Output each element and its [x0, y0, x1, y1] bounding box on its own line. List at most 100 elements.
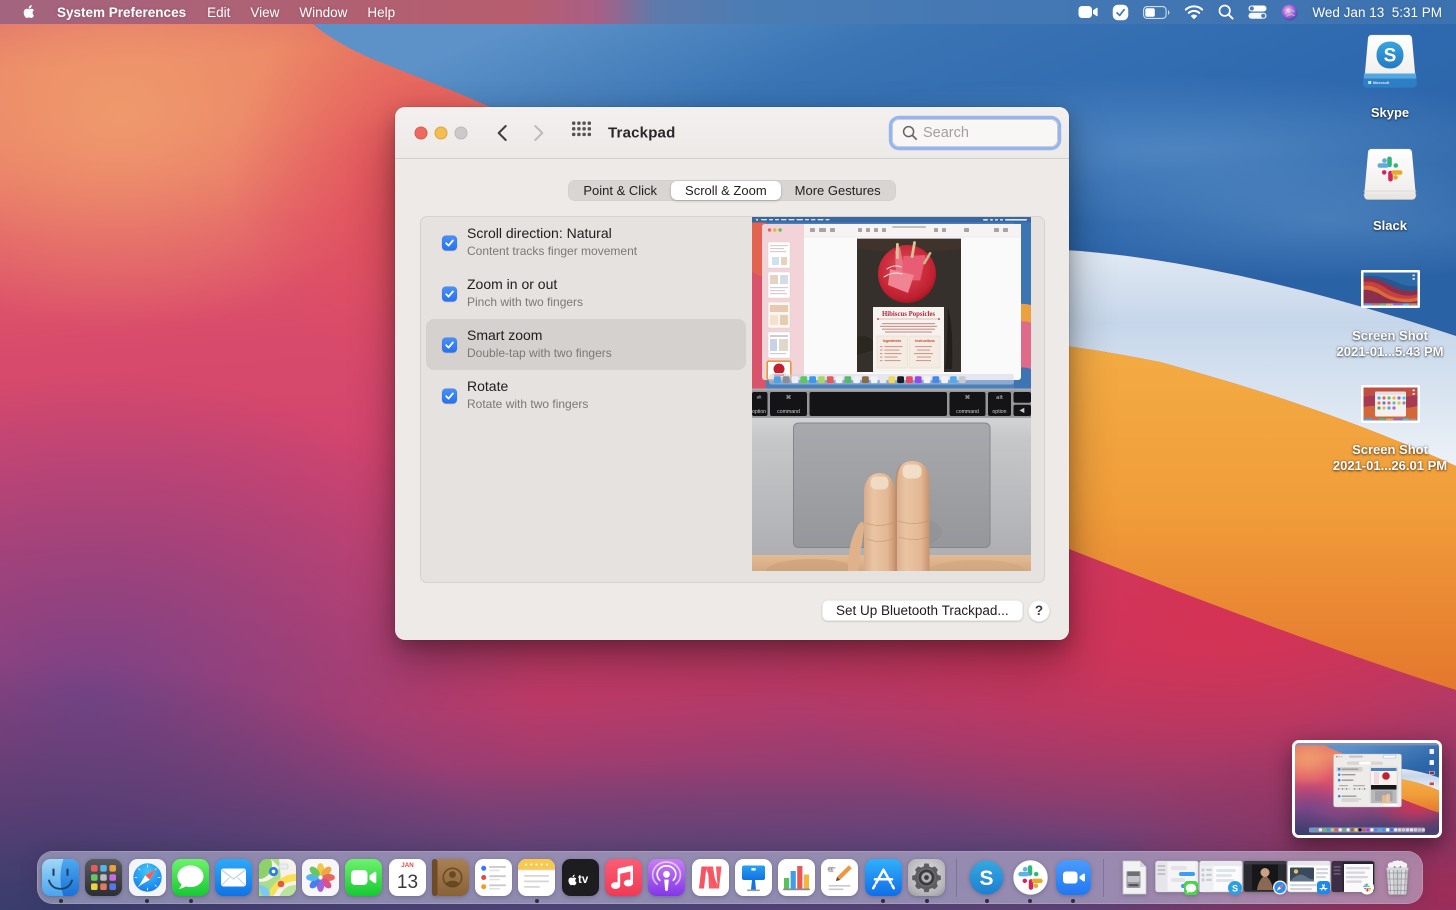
- menu-item-view[interactable]: View: [240, 5, 289, 20]
- setup-bluetooth-trackpad-button[interactable]: Set Up Bluetooth Trackpad...: [822, 600, 1023, 621]
- dock-icon-mail[interactable]: [212, 851, 255, 904]
- macos-desktop: S: [0, 0, 1456, 910]
- dock-icon-numbers[interactable]: [775, 851, 818, 904]
- dock-icon-win-browser[interactable]: [1287, 851, 1331, 904]
- video-camera-icon[interactable]: [1071, 0, 1105, 24]
- svg-text:option: option: [992, 409, 1006, 415]
- desktop-icon-label: Slack: [1373, 218, 1407, 234]
- dock-separator: [1095, 851, 1112, 904]
- dock-icon-tv[interactable]: [559, 851, 602, 904]
- dock-icon-facetime[interactable]: [342, 851, 385, 904]
- dock-icon-safari[interactable]: [126, 851, 169, 904]
- dock-icon-slack[interactable]: [1009, 851, 1052, 904]
- setting-row-scroll-direction-natural[interactable]: Scroll direction: Natural Content tracks…: [426, 217, 746, 268]
- dock-icon-zoom[interactable]: [1052, 851, 1095, 904]
- running-indicator: [59, 899, 63, 903]
- tab-more-gestures[interactable]: More Gestures: [781, 181, 895, 200]
- setting-title: Smart zoom: [467, 327, 542, 343]
- dock-icon-skype[interactable]: [965, 851, 1008, 904]
- dock-icon-appstore[interactable]: [862, 851, 905, 904]
- desktop-icon-label: Screen Shot 2021-01...5.43 PM: [1337, 328, 1444, 360]
- svg-text:Hibiscus Popsicles: Hibiscus Popsicles: [882, 311, 935, 318]
- siri-icon[interactable]: [1274, 0, 1305, 24]
- checkmark-shield-icon[interactable]: [1105, 0, 1136, 24]
- running-indicator: [145, 899, 149, 903]
- setting-subtitle: Content tracks finger movement: [467, 244, 637, 258]
- desktop-icon-slack[interactable]: Slack: [1330, 147, 1450, 234]
- dock-icon-win-skype[interactable]: [1199, 851, 1243, 904]
- dock-icon-pages[interactable]: [818, 851, 861, 904]
- dock-icon-launchpad[interactable]: [82, 851, 125, 904]
- search-field[interactable]: [892, 119, 1058, 147]
- dock-icon-win-slack[interactable]: [1331, 851, 1375, 904]
- svg-text:⌘: ⌘: [786, 394, 792, 401]
- dock-icon-win-photo[interactable]: [1243, 851, 1287, 904]
- system-preferences-window: Trackpad Point & ClickScroll & ZoomMore …: [395, 107, 1069, 640]
- tab-bar: Point & ClickScroll & ZoomMore Gestures: [568, 180, 895, 201]
- back-button[interactable]: [497, 125, 508, 142]
- window-titlebar[interactable]: Trackpad: [395, 107, 1069, 159]
- forward-button[interactable]: [534, 125, 545, 142]
- dock-icon-photos[interactable]: [299, 851, 342, 904]
- dock-icon-finder[interactable]: [39, 851, 82, 904]
- show-all-preferences-icon[interactable]: [572, 122, 592, 141]
- window-title: Trackpad: [608, 125, 675, 142]
- dock-icon-installer[interactable]: [1112, 851, 1155, 904]
- checkbox-scroll-direction-natural[interactable]: [442, 235, 457, 250]
- desktop-icon-skype[interactable]: Microsoft Skype: [1330, 33, 1450, 121]
- dock-icon-settings[interactable]: [905, 851, 948, 904]
- running-indicator: [1071, 899, 1075, 903]
- dock-icon-maps[interactable]: [255, 851, 298, 904]
- svg-text:Instructions: Instructions: [915, 339, 935, 343]
- dock-icon-podcasts[interactable]: [645, 851, 688, 904]
- dock-icon-reminders[interactable]: [472, 851, 515, 904]
- setting-title: Rotate: [467, 378, 508, 394]
- skype-disk-vendor-label: Microsoft: [1373, 81, 1390, 85]
- zoom-button[interactable]: [455, 127, 468, 140]
- search-input[interactable]: [923, 125, 1043, 141]
- dock-icon-trash[interactable]: [1375, 851, 1418, 904]
- svg-text:⌘: ⌘: [965, 394, 971, 401]
- menu-bar: System PreferencesEditViewWindowHelp Wed…: [0, 0, 1456, 24]
- menu-item-edit[interactable]: Edit: [197, 5, 240, 20]
- menu-item-window[interactable]: Window: [289, 5, 357, 20]
- dock-icon-news[interactable]: [688, 851, 731, 904]
- svg-text:command: command: [777, 409, 800, 415]
- desktop-icon-label: Skype: [1371, 105, 1409, 121]
- minimize-button[interactable]: [435, 127, 448, 140]
- close-button[interactable]: [415, 127, 428, 140]
- checkbox-smart-zoom[interactable]: [442, 337, 457, 352]
- dock: [37, 851, 1423, 904]
- dock-icon-calendar[interactable]: [385, 851, 428, 904]
- svg-text:option: option: [752, 409, 766, 415]
- dock-icon-notes[interactable]: [515, 851, 558, 904]
- dock-icon-win-messages[interactable]: [1155, 851, 1199, 904]
- tab-scroll-zoom[interactable]: Scroll & Zoom: [671, 181, 781, 200]
- dock-icon-keynote[interactable]: [732, 851, 775, 904]
- dock-icon-music[interactable]: [602, 851, 645, 904]
- desktop-icon-screenshot-1[interactable]: Screen Shot 2021-01...5.43 PM: [1330, 270, 1450, 360]
- control-center-icon[interactable]: [1241, 0, 1274, 24]
- menu-item-help[interactable]: Help: [357, 5, 405, 20]
- gesture-demo-video[interactable]: Hibiscus Popsicles Ingredients Instructi…: [752, 217, 1031, 571]
- svg-text:Ingredients: Ingredients: [883, 339, 901, 343]
- dock-icon-messages[interactable]: [169, 851, 212, 904]
- checkbox-zoom-in-or-out[interactable]: [442, 286, 457, 301]
- checkbox-rotate[interactable]: [442, 388, 457, 403]
- menu-bar-clock[interactable]: Wed Jan 13 5:31 PM: [1305, 5, 1456, 20]
- desktop-icon-screenshot-2[interactable]: Screen Shot 2021-01...26.01 PM: [1330, 385, 1450, 474]
- wifi-icon[interactable]: [1177, 0, 1211, 24]
- tab-point-click[interactable]: Point & Click: [569, 181, 671, 200]
- battery-icon[interactable]: [1136, 0, 1177, 24]
- menu-item-system-preferences[interactable]: System Preferences: [46, 5, 197, 20]
- setting-row-smart-zoom[interactable]: Smart zoom Double-tap with two fingers: [426, 319, 746, 370]
- setting-row-zoom-in-or-out[interactable]: Zoom in or out Pinch with two fingers: [426, 268, 746, 319]
- spotlight-search-icon[interactable]: [1211, 0, 1241, 24]
- running-indicator: [1028, 899, 1032, 903]
- dock-icon-contacts[interactable]: [429, 851, 472, 904]
- setting-row-rotate[interactable]: Rotate Rotate with two fingers: [426, 370, 746, 421]
- setting-title: Zoom in or out: [467, 276, 557, 292]
- picture-in-picture-preview[interactable]: [1292, 740, 1442, 838]
- help-button[interactable]: ?: [1028, 600, 1050, 622]
- apple-menu-icon[interactable]: [21, 4, 37, 20]
